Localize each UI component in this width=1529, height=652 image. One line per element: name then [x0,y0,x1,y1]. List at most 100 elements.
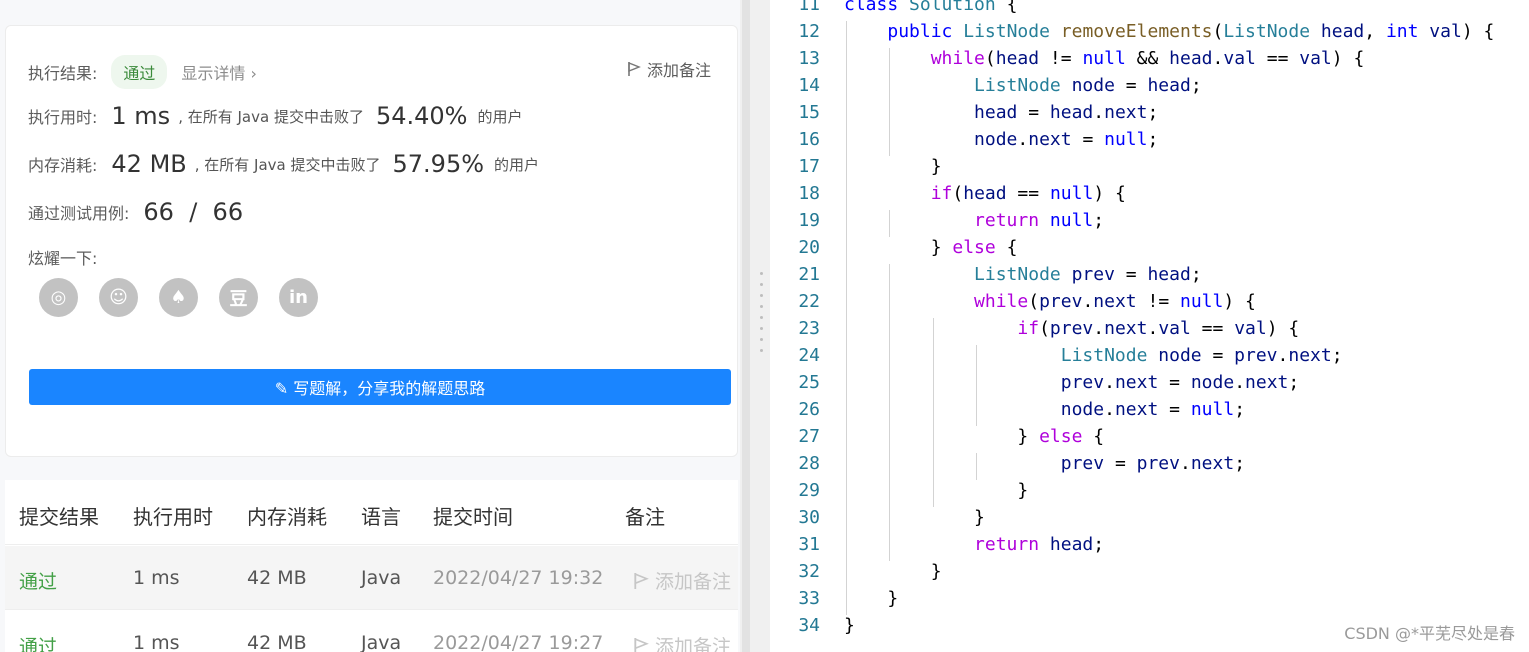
col-result[interactable]: 提交结果 [19,501,99,530]
code-text: while(head != null && head.val == val) { [930,48,1365,69]
code-line[interactable]: 25 prev.next = node.next; [770,372,1529,399]
line-number: 27 [798,426,820,447]
add-note-button[interactable]: 添加备注 [633,567,731,594]
code-line[interactable]: 27 } else { [770,426,1529,453]
memory-text: , 在所有 Java 提交中击败了 [194,155,381,174]
line-number: 14 [798,75,820,96]
code-text: prev.next = node.next; [1060,372,1300,393]
table-row[interactable]: 通过 1 ms 42 MB Java 2022/04/27 19:27 添加备注 [5,611,738,652]
code-line[interactable]: 30 } [770,507,1529,534]
col-runtime[interactable]: 执行用时 [133,501,213,530]
code-line[interactable]: 23 if(prev.next.val == val) { [770,318,1529,345]
memory-label: 内存消耗: [28,156,98,175]
left-scrollbar[interactable] [742,0,750,652]
runtime-cell: 1 ms [133,632,180,652]
code-line[interactable]: 29 } [770,480,1529,507]
panel-splitter[interactable] [740,0,770,652]
memory-suffix: 的用户 [494,155,540,174]
app-root: 执行结果: 通过 显示详情 › 添加备注 执行用时: 1 ms , 在所有 Ja… [0,0,1529,652]
col-language[interactable]: 语言 [361,501,401,530]
indent-guide [976,453,978,480]
code-line[interactable]: 28 prev = prev.next; [770,453,1529,480]
code-text: class Solution { [844,0,1018,15]
code-line[interactable]: 26 node.next = null; [770,399,1529,426]
wechat-icon[interactable]: ◎ [39,278,78,317]
memory-percentile: 57.95% [392,150,485,178]
language-cell: Java [361,632,402,652]
result-link[interactable]: 通过 [19,632,57,652]
table-header: 提交结果 执行用时 内存消耗 语言 提交时间 备注 [5,480,738,545]
col-submit-time[interactable]: 提交时间 [433,501,513,530]
code-text: node.next = null; [1060,399,1246,420]
result-card: 执行结果: 通过 显示详情 › 添加备注 执行用时: 1 ms , 在所有 Ja… [5,25,738,457]
line-number: 17 [798,156,820,177]
code-text: } [844,588,899,609]
indent-guide [846,21,847,615]
tests-row: 通过测试用例: 66 / 66 [28,198,251,226]
tests-label: 通过测试用例: [28,204,130,223]
add-note-button[interactable]: 添加备注 [633,632,731,652]
line-number: 15 [798,102,820,123]
code-text: public ListNode removeElements(ListNode … [887,21,1495,42]
code-editor[interactable]: CSDN @*平芜尽处是春 11 class Solution {12 publi… [770,0,1529,652]
social-share-icons: ◎ ☺ ♠ 豆 in [39,278,318,317]
code-line[interactable]: 20 } else { [770,237,1529,264]
status-label: 执行结果: [28,64,98,83]
indent-guide [889,264,891,561]
code-line[interactable]: 19 return null; [770,210,1529,237]
code-line[interactable]: 14 ListNode node = head; [770,75,1529,102]
code-text: ListNode node = prev.next; [1060,345,1343,366]
code-text: } else { [844,426,1105,447]
code-line[interactable]: 24 ListNode node = prev.next; [770,345,1529,372]
runtime-value: 1 ms [111,102,171,130]
code-line[interactable]: 32 } [770,561,1529,588]
code-line[interactable]: 17 } [770,156,1529,183]
col-memory[interactable]: 内存消耗 [247,501,327,530]
code-line[interactable]: 33 } [770,588,1529,615]
runtime-cell: 1 ms [133,567,180,589]
line-number: 12 [798,21,820,42]
line-number: 23 [798,318,820,339]
indent-guide [889,210,891,237]
show-details-link[interactable]: 显示详情 › [181,60,257,84]
douban-icon[interactable]: 豆 [219,278,258,317]
code-text: return head; [974,534,1105,555]
line-number: 30 [798,507,820,528]
status-row: 执行结果: 通过 显示详情 › [28,55,257,89]
line-number: 13 [798,48,820,69]
line-number: 25 [798,372,820,393]
runtime-suffix: 的用户 [477,107,523,126]
code-line[interactable]: 16 node.next = null; [770,129,1529,156]
line-number: 19 [798,210,820,231]
code-line[interactable]: 31 return head; [770,534,1529,561]
code-line[interactable]: 22 while(prev.next != null) { [770,291,1529,318]
drag-handle-icon[interactable] [760,272,763,352]
code-line[interactable]: 34} [770,615,1529,642]
indent-guide [976,345,978,426]
add-note-button[interactable]: 添加备注 [627,57,711,81]
code-text: while(prev.next != null) { [974,291,1256,312]
code-line[interactable]: 12 public ListNode removeElements(ListNo… [770,21,1529,48]
code-text: if(prev.next.val == val) { [1017,318,1300,339]
code-text: } [844,615,855,636]
weibo-icon[interactable]: ☺ [99,278,138,317]
submit-time-cell: 2022/04/27 19:32 [433,567,604,589]
runtime-percentile: 54.40% [375,102,468,130]
code-line[interactable]: 15 head = head.next; [770,102,1529,129]
code-line[interactable]: 21 ListNode prev = head; [770,264,1529,291]
line-number: 26 [798,399,820,420]
code-line[interactable]: 18 if(head == null) { [770,183,1529,210]
table-row[interactable]: 通过 1 ms 42 MB Java 2022/04/27 19:32 添加备注 [5,546,738,610]
flag-icon [634,637,649,652]
qq-icon[interactable]: ♠ [159,278,198,317]
code-text: node.next = null; [974,129,1159,150]
indent-guide [889,48,891,156]
write-solution-button[interactable]: ✎ 写题解，分享我的解题思路 [29,369,731,405]
line-number: 28 [798,453,820,474]
line-number: 18 [798,183,820,204]
line-number: 20 [798,237,820,258]
linkedin-icon[interactable]: in [279,278,318,317]
result-link[interactable]: 通过 [19,567,57,594]
code-line[interactable]: 11 class Solution { [770,0,1529,21]
code-line[interactable]: 13 while(head != null && head.val == val… [770,48,1529,75]
